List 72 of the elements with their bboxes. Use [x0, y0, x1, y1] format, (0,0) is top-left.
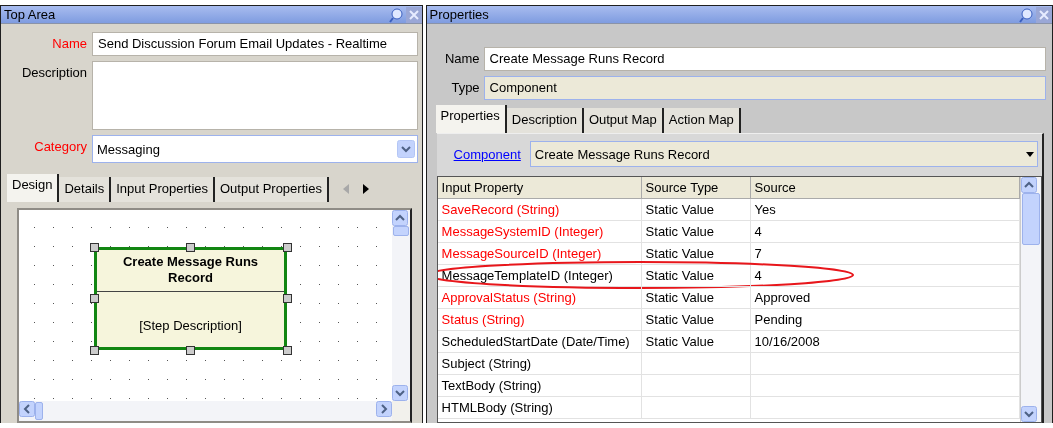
- scroll-thumb[interactable]: [35, 402, 43, 420]
- table-cell: HTMLBody (String): [437, 397, 642, 419]
- table-cell: Static Value: [641, 309, 751, 331]
- table-cell: Approved: [750, 287, 1020, 309]
- scroll-left-button[interactable]: [19, 401, 35, 417]
- table-cell: SaveRecord (String): [437, 199, 642, 221]
- table-cell: Static Value: [641, 199, 751, 221]
- column-header[interactable]: Input Property: [437, 177, 642, 199]
- name-field[interactable]: Create Message Runs Record: [483, 47, 1046, 71]
- table-cell: 4: [750, 265, 1020, 287]
- type-field: Component: [483, 76, 1046, 100]
- resize-handle[interactable]: [283, 294, 292, 303]
- scroll-up-button[interactable]: [1021, 177, 1037, 193]
- step-description: [Step Description]: [138, 317, 243, 333]
- table-cell: ApprovalStatus (String): [437, 287, 642, 309]
- tab[interactable]: Properties: [435, 105, 507, 133]
- table-cell: 4: [750, 221, 1020, 243]
- dropdown-arrow-icon[interactable]: [1025, 149, 1035, 159]
- description-field[interactable]: [92, 61, 418, 130]
- table-cell: Static Value: [641, 331, 751, 353]
- field-label: Name: [443, 50, 480, 68]
- field-label: Name: [51, 35, 87, 51]
- table-cell: Static Value: [641, 265, 751, 287]
- panel-title: Properties: [429, 7, 489, 22]
- column-header[interactable]: Source Type: [641, 177, 751, 199]
- name-field[interactable]: Send Discussion Forum Email Updates - Realtime: [92, 32, 418, 56]
- tab[interactable]: Action Map: [663, 108, 741, 133]
- category-dropdown[interactable]: Messaging: [92, 135, 418, 163]
- field-label: Type: [450, 79, 480, 97]
- horizontal-scrollbar[interactable]: [19, 401, 392, 421]
- scroll-thumb[interactable]: [1022, 193, 1040, 245]
- table-cell: Static Value: [641, 221, 751, 243]
- vertical-scrollbar[interactable]: [1020, 177, 1041, 422]
- table-cell: MessageSystemID (Integer): [437, 221, 642, 243]
- table-cell: MessageSourceID (Integer): [437, 243, 642, 265]
- tab[interactable]: Description: [506, 108, 584, 133]
- scroll-down-button[interactable]: [1021, 406, 1037, 422]
- step-node[interactable]: Create Message Runs Record [Step Description]: [94, 247, 287, 350]
- resize-handle[interactable]: [186, 346, 195, 355]
- table-cell: Static Value: [641, 287, 751, 309]
- field-label: Category: [33, 138, 87, 154]
- table-cell: Status (String): [437, 309, 642, 331]
- resize-handle[interactable]: [90, 243, 99, 252]
- table-cell: TextBody (String): [437, 375, 642, 397]
- tab[interactable]: Input Properties: [111, 177, 215, 202]
- scroll-down-button[interactable]: [391, 385, 408, 401]
- table-cell: Pending: [750, 309, 1020, 331]
- tab[interactable]: Design: [7, 174, 60, 202]
- column-header[interactable]: Source: [750, 177, 1020, 199]
- resize-handle[interactable]: [186, 243, 195, 252]
- table-cell: ScheduledStartDate (Date/Time): [437, 331, 642, 353]
- table-cell: 7: [750, 243, 1020, 265]
- resize-handle[interactable]: [90, 346, 99, 355]
- table-cell: Subject (String): [437, 353, 642, 375]
- scroll-right-icon[interactable]: [360, 183, 371, 195]
- resize-handle[interactable]: [283, 346, 292, 355]
- tab[interactable]: Details: [59, 177, 112, 202]
- tab[interactable]: Output Map: [583, 108, 664, 133]
- field-label: Description: [20, 64, 87, 80]
- scroll-up-button[interactable]: [391, 210, 408, 226]
- table-cell: Yes: [750, 199, 1020, 221]
- component-dropdown[interactable]: Create Message Runs Record: [529, 141, 1038, 167]
- table-cell: 10/16/2008: [750, 331, 1020, 353]
- scroll-right-button[interactable]: [375, 401, 392, 417]
- scroll-thumb[interactable]: [392, 226, 409, 236]
- component-link[interactable]: Component: [453, 146, 521, 162]
- table-cell: Static Value: [641, 243, 751, 265]
- tab[interactable]: Output Properties: [215, 177, 329, 202]
- panel-title: Top Area: [4, 7, 56, 22]
- table-cell: MessageTemplateID (Integer): [437, 265, 642, 287]
- resize-handle[interactable]: [90, 294, 99, 303]
- resize-handle[interactable]: [283, 243, 292, 252]
